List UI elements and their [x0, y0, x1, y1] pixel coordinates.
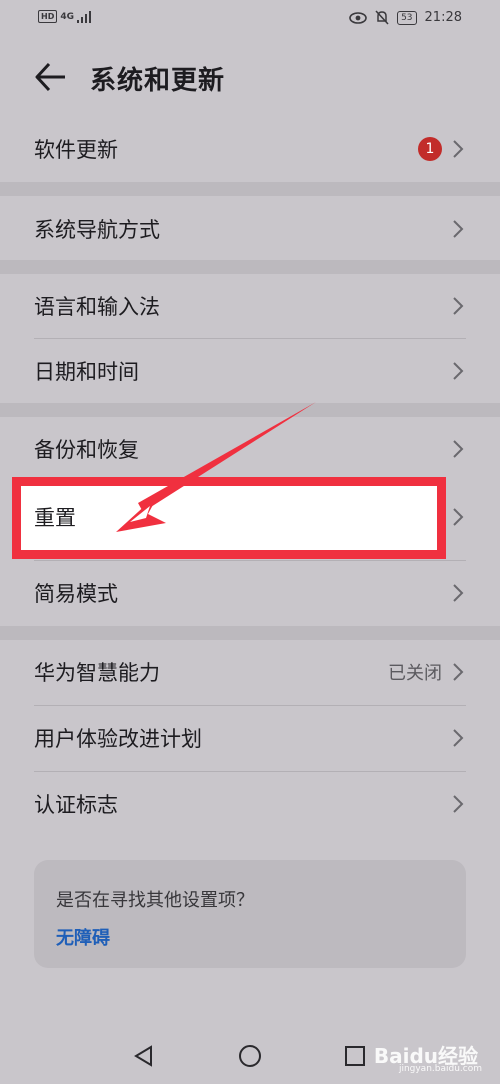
- nav-back-icon[interactable]: [132, 1044, 154, 1068]
- nav-home-icon[interactable]: [238, 1044, 262, 1068]
- annotation-arrow: [116, 402, 316, 532]
- baidu-watermark-url: jingyan.baidu.com: [398, 1064, 482, 1074]
- nav-recents-icon[interactable]: [344, 1044, 366, 1068]
